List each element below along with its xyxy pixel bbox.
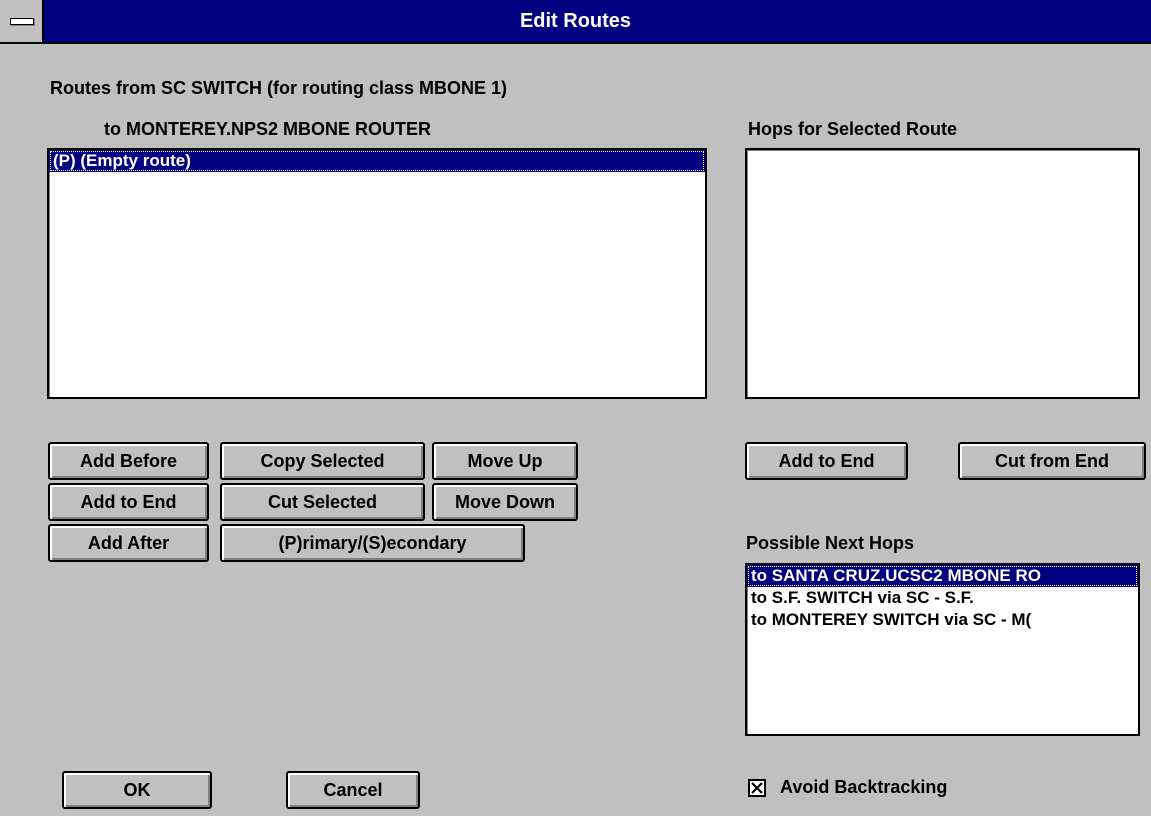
system-menu-icon[interactable] — [0, 0, 44, 42]
routes-destination: to MONTEREY.NPS2 MBONE ROUTER — [104, 119, 432, 139]
next-hop-item[interactable]: to S.F. SWITCH via SC - S.F. — [747, 587, 1138, 609]
window-title: Edit Routes — [519, 10, 632, 32]
next-hop-item[interactable]: to MONTEREY SWITCH via SC - M( — [747, 609, 1138, 631]
avoid-backtracking-checkbox[interactable] — [748, 779, 766, 797]
move-down-button[interactable]: Move Down — [432, 483, 578, 521]
ok-button[interactable]: OK — [62, 771, 212, 809]
add-after-button[interactable]: Add After — [48, 524, 209, 562]
copy-selected-button[interactable]: Copy Selected — [220, 442, 425, 480]
move-up-button[interactable]: Move Up — [432, 442, 578, 480]
routes-listbox[interactable]: (P) (Empty route) — [47, 148, 707, 399]
hops-add-to-end-button[interactable]: Add to End — [745, 442, 908, 480]
primary-secondary-button[interactable]: (P)rimary/(S)econdary — [220, 524, 525, 562]
avoid-backtracking-label[interactable]: Avoid Backtracking — [780, 777, 947, 798]
cut-selected-button[interactable]: Cut Selected — [220, 483, 425, 521]
routes-heading: Routes from SC SWITCH (for routing class… — [50, 78, 508, 98]
next-hops-listbox[interactable]: to SANTA CRUZ.UCSC2 MBONE RO to S.F. SWI… — [745, 563, 1140, 736]
cancel-button[interactable]: Cancel — [286, 771, 420, 809]
add-before-button[interactable]: Add Before — [48, 442, 209, 480]
hops-heading: Hops for Selected Route — [748, 119, 958, 139]
route-item[interactable]: (P) (Empty route) — [49, 150, 705, 172]
title-bar: Edit Routes — [0, 0, 1151, 44]
next-hops-heading: Possible Next Hops — [746, 533, 915, 553]
next-hop-item[interactable]: to SANTA CRUZ.UCSC2 MBONE RO — [747, 565, 1138, 587]
hops-listbox[interactable] — [745, 148, 1140, 399]
checkmark-x-icon — [751, 782, 763, 794]
add-to-end-button[interactable]: Add to End — [48, 483, 209, 521]
cut-from-end-button[interactable]: Cut from End — [958, 442, 1146, 480]
